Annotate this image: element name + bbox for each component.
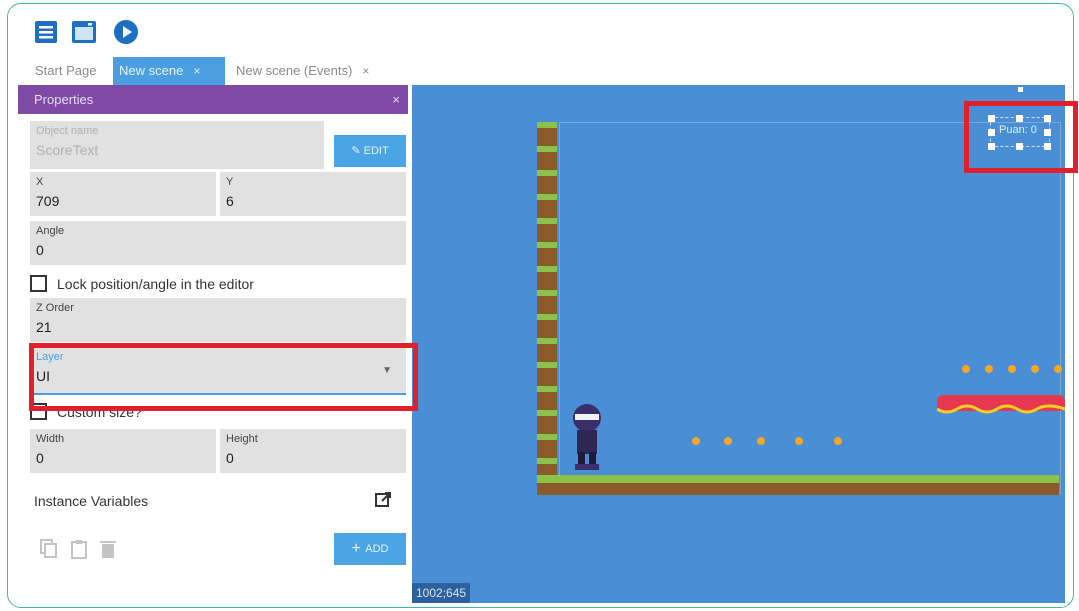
tab-label: Start Page xyxy=(35,63,97,78)
field-label: Height xyxy=(226,433,258,445)
width-field[interactable]: Width 0 xyxy=(30,429,216,473)
coin[interactable] xyxy=(985,365,993,373)
grass-wall[interactable] xyxy=(537,122,557,494)
camera-bounds xyxy=(559,122,1061,494)
field-value: 6 xyxy=(226,193,234,209)
field-value: 0 xyxy=(36,242,44,258)
close-icon[interactable]: × xyxy=(193,64,200,78)
field-label: X xyxy=(36,176,44,188)
coin[interactable] xyxy=(1054,365,1062,373)
x-field[interactable]: X 709 xyxy=(30,172,216,216)
coin[interactable] xyxy=(724,437,732,445)
field-label: Z Order xyxy=(36,302,74,314)
lock-position-checkbox[interactable]: Lock position/angle in the editor xyxy=(30,275,254,292)
field-value: 709 xyxy=(36,193,60,209)
cursor-coordinates: 1002;645 xyxy=(412,583,471,603)
open-external-icon[interactable] xyxy=(374,491,392,509)
coin[interactable] xyxy=(692,437,700,445)
field-value: 0 xyxy=(226,450,234,466)
checkbox-label: Lock position/angle in the editor xyxy=(57,276,254,292)
field-label: Y xyxy=(226,176,234,188)
add-label: ADD xyxy=(365,543,389,555)
field-label: Width xyxy=(36,433,65,445)
ground-grass[interactable] xyxy=(537,475,1059,483)
ground-dirt xyxy=(537,483,1059,495)
red-platform[interactable] xyxy=(937,393,1065,417)
tab-start-page[interactable]: Start Page xyxy=(29,57,102,85)
angle-field[interactable]: Angle 0 xyxy=(30,221,406,265)
object-name-field[interactable]: Object name ScoreText xyxy=(30,121,324,169)
field-value: ScoreText xyxy=(36,142,99,158)
field-label: Angle xyxy=(36,225,65,237)
field-label: Object name xyxy=(36,125,99,137)
properties-header: Properties × xyxy=(18,85,408,114)
coin[interactable] xyxy=(1031,365,1039,373)
y-field[interactable]: Y 6 xyxy=(220,172,406,216)
rotation-handle-icon[interactable] xyxy=(1018,87,1023,92)
pencil-icon: ✎ xyxy=(351,145,364,157)
delete-icon[interactable] xyxy=(100,539,116,559)
edit-label: EDIT xyxy=(363,145,389,157)
coin[interactable] xyxy=(834,437,842,445)
coin[interactable] xyxy=(1008,365,1016,373)
tab-label: New scene xyxy=(119,63,184,78)
checkbox-icon xyxy=(30,275,47,292)
coin[interactable] xyxy=(757,437,765,445)
edit-button[interactable]: ✎ EDIT xyxy=(334,135,406,167)
player-ninja[interactable] xyxy=(569,402,605,472)
highlight-layer-box xyxy=(29,343,418,411)
highlight-score-box xyxy=(964,101,1078,173)
coin[interactable] xyxy=(795,437,803,445)
tab-new-scene[interactable]: New scene × xyxy=(113,57,225,85)
close-icon[interactable]: × xyxy=(362,64,369,78)
height-field[interactable]: Height 0 xyxy=(220,429,406,473)
field-value: 0 xyxy=(36,450,44,466)
field-value: 21 xyxy=(36,319,52,335)
scene-editor-icon[interactable] xyxy=(70,18,98,46)
preview-play-icon[interactable] xyxy=(112,18,140,46)
add-variable-button[interactable]: + ADD xyxy=(334,533,406,565)
plus-icon: + xyxy=(351,540,366,557)
tab-label: New scene (Events) xyxy=(236,63,353,78)
tab-new-scene-events[interactable]: New scene (Events) × xyxy=(230,57,375,85)
paste-icon[interactable] xyxy=(70,539,88,559)
project-manager-icon[interactable] xyxy=(33,18,61,46)
close-icon[interactable]: × xyxy=(392,85,400,114)
copy-icon[interactable] xyxy=(40,539,58,559)
z-order-field[interactable]: Z Order 21 xyxy=(30,298,406,342)
properties-title: Properties xyxy=(34,92,94,107)
coin[interactable] xyxy=(962,365,970,373)
instance-variables-label: Instance Variables xyxy=(34,493,149,509)
